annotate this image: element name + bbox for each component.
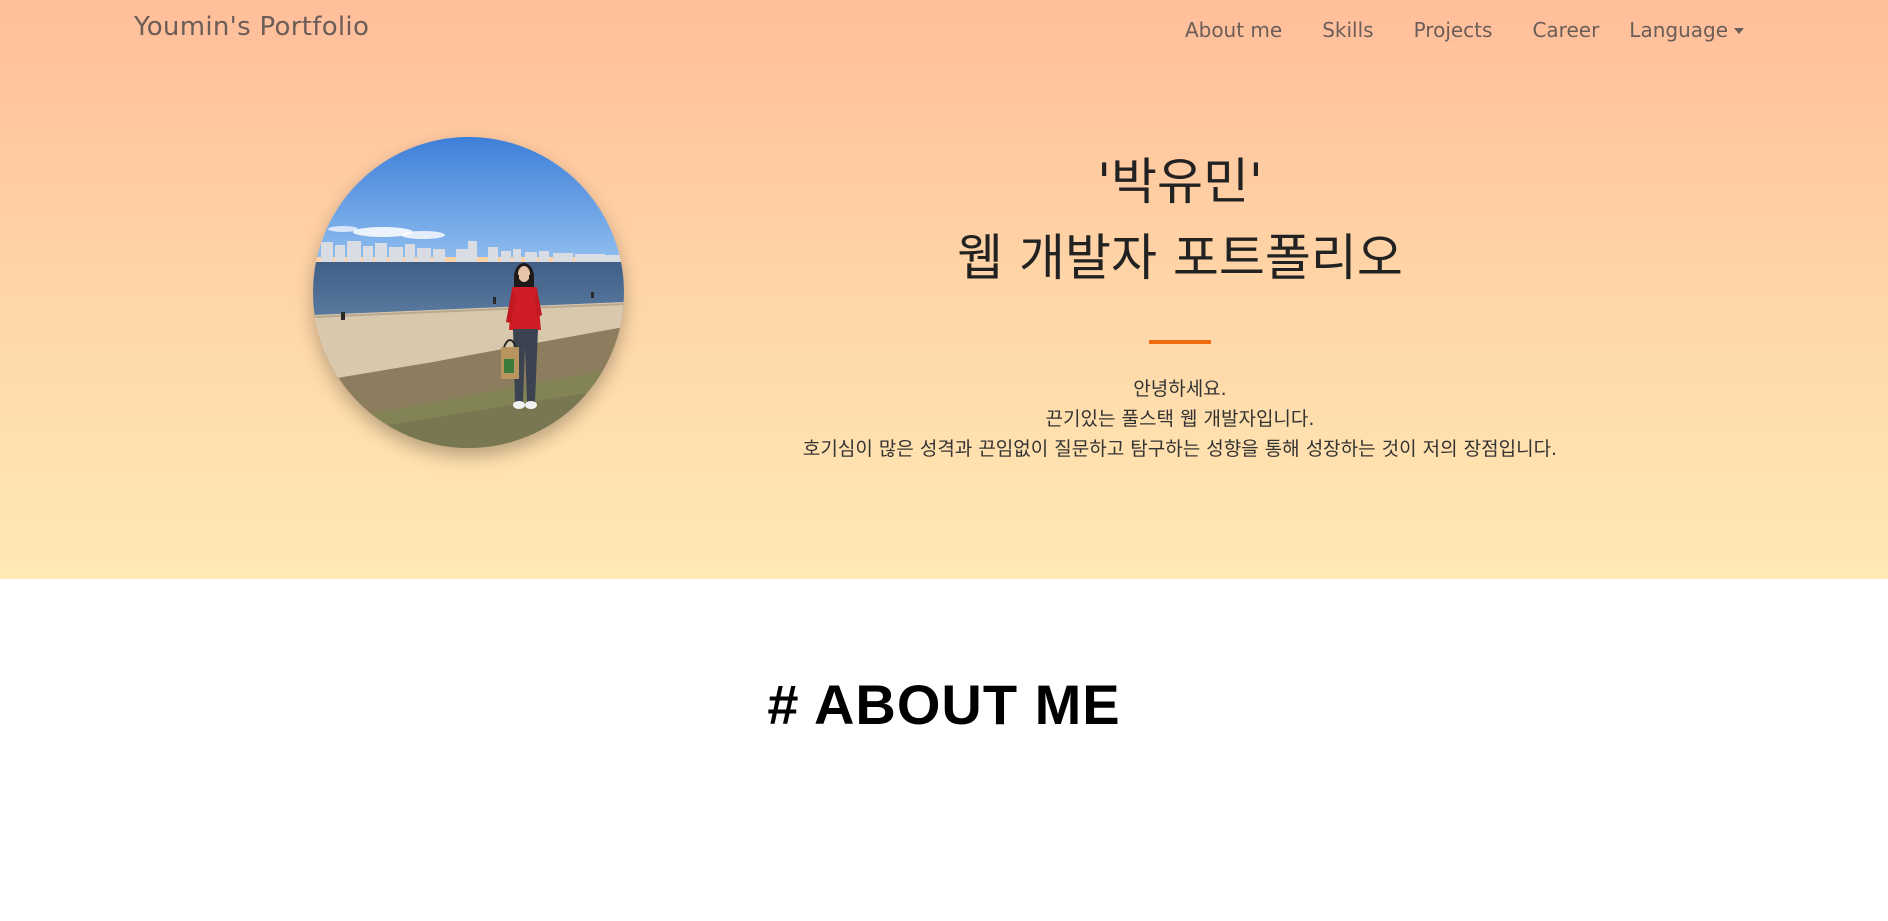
hero-text: '박유민' 웹 개발자 포트폴리오 안녕하세요. 끈기있는 풀스택 웹 개발자입… — [720, 150, 1640, 464]
nav-link-skills[interactable]: Skills — [1322, 18, 1373, 42]
intro-line: 호기심이 많은 성격과 끈임없이 질문하고 탐구하는 성향을 통해 성장하는 것… — [802, 438, 1558, 460]
nav-link-about-me[interactable]: About me — [1185, 18, 1282, 42]
navbar: Youmin's Portfolio About me Skills Proje… — [0, 0, 1888, 60]
nav-link-projects[interactable]: Projects — [1414, 18, 1493, 42]
intro-line: 안녕하세요. — [1133, 378, 1227, 400]
language-dropdown[interactable]: Language — [1629, 18, 1744, 42]
about-title: # ABOUT ME — [767, 673, 1121, 736]
nav-link-career[interactable]: Career — [1532, 18, 1599, 42]
hero-divider — [1149, 340, 1211, 344]
language-label: Language — [1629, 18, 1728, 42]
caret-down-icon — [1734, 28, 1744, 34]
hero-subtitle: 웹 개발자 포트폴리오 — [957, 229, 1403, 287]
about-section: # ABOUT ME — [0, 579, 1888, 921]
intro-line: 끈기있는 풀스택 웹 개발자입니다. — [1045, 408, 1315, 430]
hero-name: '박유민' — [1097, 153, 1263, 211]
nav-links: About me Skills Projects Career Language — [1145, 18, 1744, 42]
brand-link[interactable]: Youmin's Portfolio — [134, 12, 369, 42]
hero-section: Youmin's Portfolio About me Skills Proje… — [0, 0, 1888, 579]
profile-photo — [313, 137, 624, 448]
